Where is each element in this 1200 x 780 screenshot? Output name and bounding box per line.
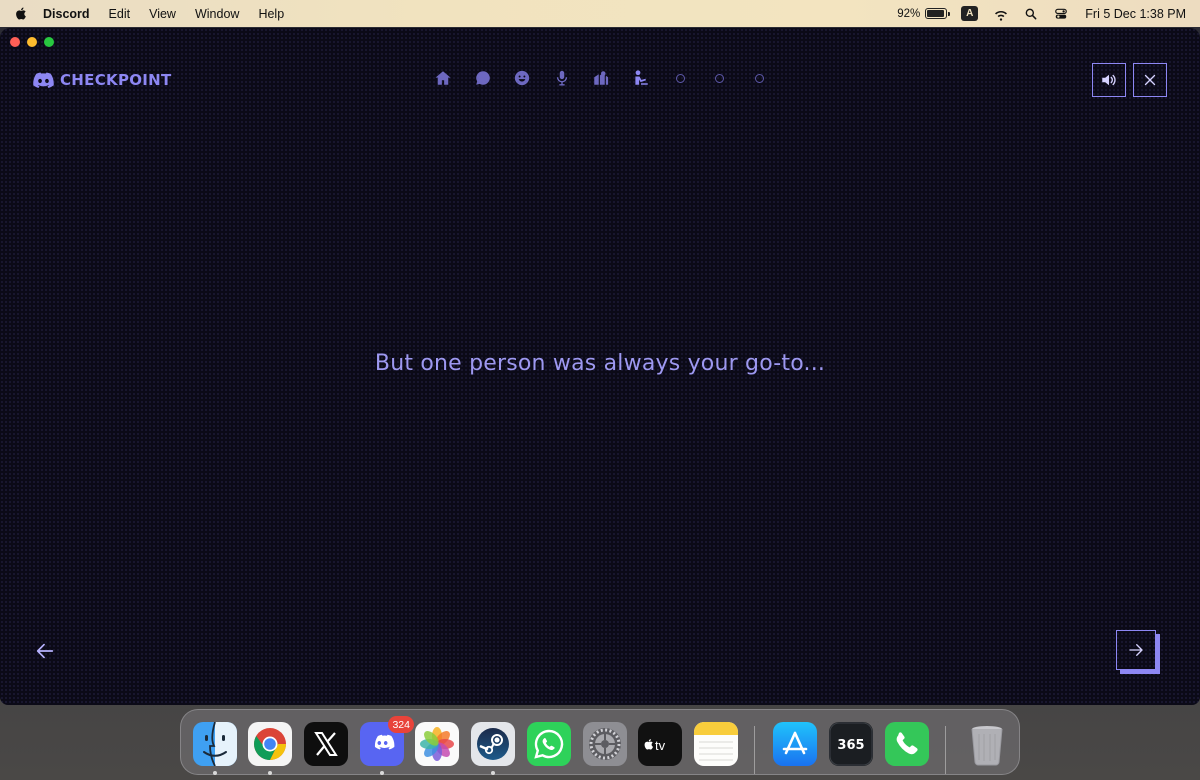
checkpoint-logo: CHECKPOINT bbox=[33, 71, 172, 89]
step-emoji[interactable] bbox=[512, 68, 532, 88]
step-home[interactable] bbox=[433, 68, 453, 88]
step-dot bbox=[754, 73, 764, 83]
window-close-button[interactable] bbox=[10, 37, 20, 47]
logo-text: CHECKPOINT bbox=[60, 71, 172, 89]
step-pending-1[interactable] bbox=[670, 68, 690, 88]
dock-separator bbox=[754, 726, 755, 774]
servers-icon bbox=[594, 71, 609, 85]
battery-icon[interactable] bbox=[925, 8, 951, 19]
window-minimize-button[interactable] bbox=[27, 37, 37, 47]
scores-365-icon: 365 bbox=[829, 722, 873, 766]
dock-separator bbox=[945, 726, 946, 774]
dock-steam[interactable] bbox=[471, 722, 515, 766]
control-center-icon[interactable] bbox=[1053, 7, 1069, 21]
photos-icon bbox=[415, 722, 459, 766]
story-text: But one person was always your go-to... bbox=[374, 351, 826, 376]
next-button[interactable] bbox=[1116, 630, 1156, 670]
menu-clock[interactable]: Fri 5 Dec 1:38 PM bbox=[1085, 7, 1186, 21]
dock-app-store[interactable] bbox=[773, 722, 817, 766]
step-dot bbox=[675, 73, 685, 83]
input-source-icon[interactable]: A bbox=[961, 6, 979, 21]
dock-notes[interactable] bbox=[694, 722, 738, 766]
window-zoom-button[interactable] bbox=[44, 37, 54, 47]
progress-nav bbox=[433, 68, 789, 88]
microphone-icon bbox=[556, 70, 567, 86]
notes-icon bbox=[694, 722, 738, 766]
dock-whatsapp[interactable] bbox=[527, 722, 571, 766]
app-store-icon bbox=[773, 722, 817, 766]
discord-checkpoint-window: CHECKPOINT But one person was always you… bbox=[0, 28, 1200, 705]
dock-apple-tv[interactable]: tv bbox=[638, 722, 682, 766]
step-pending-3[interactable] bbox=[749, 68, 769, 88]
dock-chrome[interactable] bbox=[248, 722, 292, 766]
discord-logo-icon bbox=[33, 72, 54, 88]
running-indicator bbox=[268, 771, 272, 775]
dock-x[interactable] bbox=[304, 722, 348, 766]
menu-app-name[interactable]: Discord bbox=[43, 7, 90, 21]
step-voice[interactable] bbox=[552, 68, 572, 88]
step-chat[interactable] bbox=[473, 68, 493, 88]
chat-bubble-icon bbox=[475, 71, 490, 85]
dock-finder[interactable] bbox=[193, 722, 237, 766]
status-area: 92% A Fri 5 Dec 1:38 PM bbox=[897, 6, 1186, 21]
back-arrow-icon[interactable] bbox=[34, 640, 56, 662]
settings-icon bbox=[583, 722, 627, 766]
dock-phone[interactable] bbox=[885, 722, 929, 766]
dock-365scores[interactable]: 365 bbox=[829, 722, 873, 766]
wifi-icon[interactable] bbox=[993, 7, 1009, 21]
running-indicator bbox=[380, 771, 384, 775]
step-pending-2[interactable] bbox=[710, 68, 730, 88]
step-servers[interactable] bbox=[591, 68, 611, 88]
menu-view[interactable]: View bbox=[149, 7, 176, 21]
window-controls bbox=[10, 37, 54, 47]
sound-toggle-button[interactable] bbox=[1092, 63, 1126, 97]
apple-tv-icon: tv bbox=[638, 722, 682, 766]
step-friend[interactable] bbox=[631, 68, 651, 88]
dock: 324 tv 365 bbox=[180, 709, 1020, 775]
battery-percent[interactable]: 92% bbox=[897, 8, 920, 20]
close-button[interactable] bbox=[1133, 63, 1167, 97]
scores-365-label: 365 bbox=[837, 738, 864, 753]
speaker-icon bbox=[1102, 74, 1116, 86]
running-indicator bbox=[213, 771, 217, 775]
notification-badge: 324 bbox=[388, 716, 414, 733]
dock-system-settings[interactable] bbox=[583, 722, 627, 766]
finder-icon bbox=[193, 722, 237, 766]
menu-help[interactable]: Help bbox=[258, 7, 284, 21]
apple-logo-icon[interactable] bbox=[14, 6, 29, 21]
running-indicator bbox=[491, 771, 495, 775]
phone-icon bbox=[885, 722, 929, 766]
whatsapp-icon bbox=[527, 722, 571, 766]
dock-trash[interactable] bbox=[965, 722, 1009, 766]
x-icon bbox=[304, 722, 348, 766]
smiley-icon bbox=[514, 70, 530, 86]
forward-arrow-icon bbox=[1129, 644, 1143, 656]
trash-icon bbox=[971, 726, 1003, 766]
step-dot bbox=[715, 73, 724, 83]
spotlight-search-icon[interactable] bbox=[1023, 7, 1039, 21]
menu-window[interactable]: Window bbox=[195, 7, 239, 21]
close-icon bbox=[1144, 74, 1156, 86]
dock-photos[interactable] bbox=[415, 722, 459, 766]
dock-discord[interactable]: 324 bbox=[360, 716, 414, 766]
apple-tv-label: tv bbox=[655, 738, 666, 753]
menu-bar: Discord Edit View Window Help 92% A Fri … bbox=[0, 0, 1200, 27]
steam-icon bbox=[471, 722, 515, 766]
home-icon bbox=[435, 71, 451, 85]
person-pointing-icon bbox=[634, 70, 648, 85]
chrome-icon bbox=[248, 722, 292, 766]
menu-edit[interactable]: Edit bbox=[109, 7, 131, 21]
